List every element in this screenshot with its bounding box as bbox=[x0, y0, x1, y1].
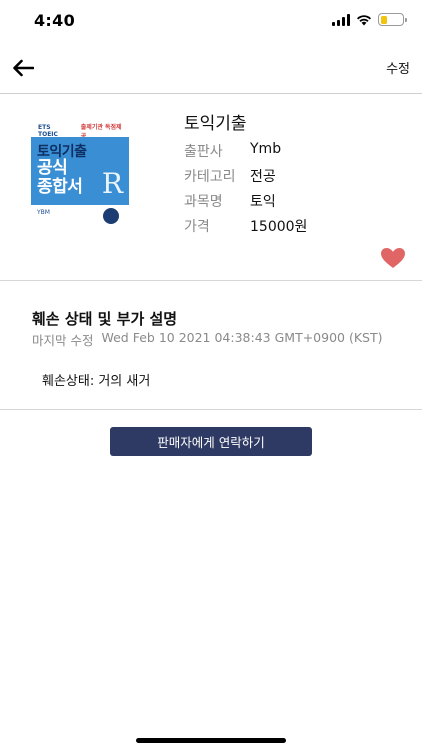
cover-title-line3-text: 종합서 bbox=[37, 177, 83, 197]
condition-text: 훼손상태: 거의 새거 bbox=[42, 374, 151, 389]
book-info-section: ETS TOEIC 출제기관 독점제공 토익기출 공식 종합서 R YBM 토익… bbox=[0, 95, 422, 281]
status-icons bbox=[332, 13, 407, 26]
info-row-category: 카테고리 전공 bbox=[184, 166, 276, 186]
navigation-bar: 수정 bbox=[0, 44, 422, 94]
book-title: 토익기출 bbox=[184, 114, 247, 134]
status-bar: 4:40 bbox=[0, 0, 422, 44]
description-heading: 훼손 상태 및 부가 설명 bbox=[32, 310, 178, 328]
cover-edition-mark: R bbox=[101, 167, 123, 200]
info-row-price: 가격 15000원 bbox=[184, 216, 307, 236]
back-arrow-icon bbox=[13, 59, 34, 77]
info-label: 출판사 bbox=[184, 144, 223, 160]
heart-icon bbox=[381, 248, 405, 268]
battery-icon bbox=[378, 13, 407, 26]
info-value: 전공 bbox=[250, 169, 276, 185]
info-label: 카테고리 bbox=[184, 169, 236, 185]
last-modified-label: 마지막 수정 bbox=[32, 333, 94, 348]
back-button[interactable] bbox=[8, 54, 38, 82]
cover-badge-icon bbox=[103, 208, 119, 224]
info-row-subject: 과목명 토익 bbox=[184, 191, 276, 211]
status-time: 4:40 bbox=[34, 11, 75, 30]
book-cover-image: ETS TOEIC 출제기관 독점제공 토익기출 공식 종합서 R YBM bbox=[30, 123, 130, 227]
last-modified: 마지막 수정 Wed Feb 10 2021 04:38:43 GMT+0900… bbox=[32, 330, 382, 349]
info-label: 과목명 bbox=[184, 194, 223, 210]
home-indicator[interactable] bbox=[136, 738, 286, 743]
contact-seller-button[interactable]: 판매자에게 연락하기 bbox=[110, 427, 312, 456]
cover-brand: ETS TOEIC bbox=[38, 124, 58, 138]
cover-title-panel: 토익기출 공식 종합서 R bbox=[31, 137, 129, 205]
favorite-button[interactable] bbox=[380, 247, 406, 269]
info-label: 가격 bbox=[184, 219, 210, 235]
info-value: 토익 bbox=[250, 194, 276, 210]
battery-level bbox=[380, 15, 387, 24]
cellular-signal-icon bbox=[332, 13, 350, 26]
cover-title-line2: 공식 종합서 bbox=[37, 158, 83, 197]
description-section: 훼손 상태 및 부가 설명 마지막 수정 Wed Feb 10 2021 04:… bbox=[0, 282, 422, 410]
info-value: Ymb bbox=[250, 141, 282, 157]
edit-button[interactable]: 수정 bbox=[386, 58, 410, 77]
wifi-icon bbox=[357, 14, 371, 25]
info-row-publisher: 출판사 Ymb bbox=[184, 141, 281, 161]
last-modified-value: Wed Feb 10 2021 04:38:43 GMT+0900 (KST) bbox=[101, 330, 383, 345]
cover-title-line2-text: 공식 bbox=[37, 158, 68, 178]
info-value: 15000원 bbox=[250, 219, 308, 235]
cover-bottom-band: YBM bbox=[31, 205, 129, 227]
cover-publisher: YBM bbox=[37, 209, 50, 216]
